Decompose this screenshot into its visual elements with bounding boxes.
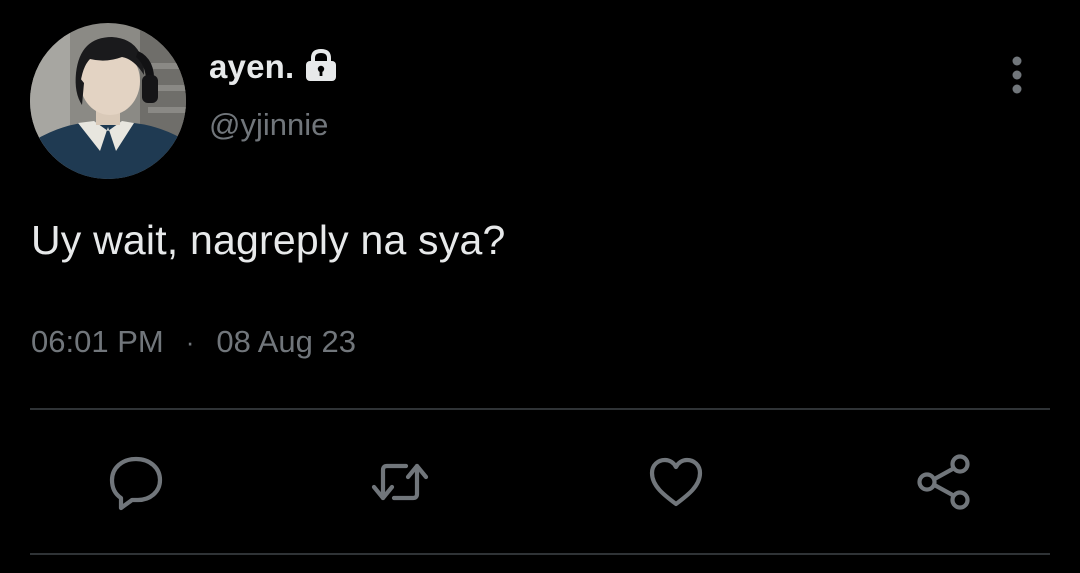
tweet-time[interactable]: 06:01 PM xyxy=(31,324,164,360)
reply-button[interactable] xyxy=(106,452,166,512)
profile-photo xyxy=(30,23,186,179)
like-icon xyxy=(649,457,703,507)
reply-icon xyxy=(109,456,163,511)
more-options-button[interactable] xyxy=(1000,52,1034,98)
share-button[interactable] xyxy=(914,452,974,512)
tweet-date[interactable]: 08 Aug 23 xyxy=(216,324,356,360)
retweet-icon xyxy=(371,463,429,501)
like-button[interactable] xyxy=(646,452,706,512)
display-name[interactable]: ayen. xyxy=(209,48,294,86)
author-name-row: ayen. xyxy=(209,47,338,87)
tweet-text: Uy wait, nagreply na sya? xyxy=(31,217,506,263)
avatar[interactable] xyxy=(30,23,186,179)
lock-icon xyxy=(306,48,337,81)
divider xyxy=(30,553,1050,555)
tweet-meta: 06:01 PM · 08 Aug 23 xyxy=(31,322,356,362)
author-handle[interactable]: @yjinnie xyxy=(209,107,328,143)
share-icon xyxy=(917,454,970,510)
divider xyxy=(30,408,1050,410)
meta-separator: · xyxy=(185,326,195,357)
more-vertical-icon xyxy=(1012,56,1022,94)
retweet-button[interactable] xyxy=(370,452,430,512)
